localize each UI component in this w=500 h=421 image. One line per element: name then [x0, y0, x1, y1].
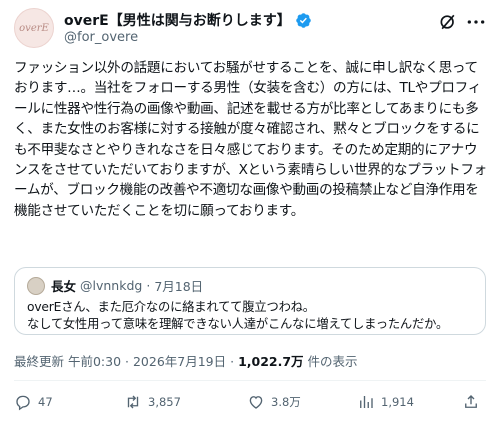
repost-icon	[127, 395, 139, 409]
view-count-suffix: 件の表示	[303, 354, 358, 369]
avatar-logo-text: overE	[19, 22, 49, 34]
share-icon	[465, 395, 477, 408]
action-bar: 47 3,857 3.8万 1,914	[14, 393, 486, 413]
quoted-author-name: 長女	[51, 279, 77, 294]
views-button[interactable]: 1,914	[357, 393, 414, 411]
repost-count: 3,857	[148, 395, 181, 409]
author-name-row: overE【男性は関与お断りします】	[64, 10, 312, 30]
quoted-author-handle: @lvnnkdg	[80, 278, 143, 293]
divider	[14, 380, 486, 381]
verified-badge-icon	[295, 12, 311, 28]
reply-button[interactable]: 47	[14, 393, 53, 411]
tweet-header: overE overE【男性は関与お断りします】 @for_overe	[14, 8, 486, 52]
tweet-body-text: ファッション以外の話題においてお騒がせすることを、誠に申し訳なく思っております……	[14, 60, 487, 219]
quoted-tweet[interactable]: 長女 @lvnnkdg · 7月18日 overEさん、また厄介なのに絡まれてて…	[14, 267, 486, 335]
quoted-author-avatar	[27, 276, 45, 295]
quoted-tweet-line: なして女性用って意味を理解できない人達がこんなに増えてしまったんだか。	[27, 317, 449, 331]
grok-icon[interactable]	[438, 12, 458, 32]
last-updated-timestamp[interactable]: 最終更新 午前0:30 · 2026年7月19日 ·	[14, 354, 238, 369]
author-avatar[interactable]: overE	[14, 8, 54, 48]
tweet-meta: 最終更新 午前0:30 · 2026年7月19日 · 1,022.7万 件の表示	[14, 351, 358, 370]
reply-icon	[16, 395, 30, 411]
heart-icon	[249, 396, 263, 409]
like-button[interactable]: 3.8万	[247, 393, 301, 411]
quoted-tweet-line: overEさん、また厄介なのに絡まれてて腹立つわね。	[27, 300, 315, 314]
repost-button[interactable]: 3,857	[124, 393, 181, 411]
author-handle[interactable]: @for_overe	[64, 30, 138, 45]
bar-chart-icon	[360, 396, 373, 408]
view-count: 1,022.7万	[238, 354, 304, 369]
views-count: 1,914	[381, 395, 414, 409]
author-display-name[interactable]: overE【男性は関与お断りします】	[64, 10, 291, 30]
more-options-icon[interactable]	[466, 14, 486, 30]
share-button[interactable]	[462, 393, 480, 411]
separator-dot: ·	[146, 278, 151, 293]
quoted-tweet-header: 長女 @lvnnkdg · 7月18日	[27, 276, 203, 295]
reply-count: 47	[38, 395, 53, 409]
quoted-tweet-text: overEさん、また厄介なのに絡まれてて腹立つわね。 なして女性用って意味を理解…	[27, 299, 475, 333]
quoted-tweet-date: 7月18日	[154, 279, 204, 294]
like-count: 3.8万	[271, 395, 301, 409]
